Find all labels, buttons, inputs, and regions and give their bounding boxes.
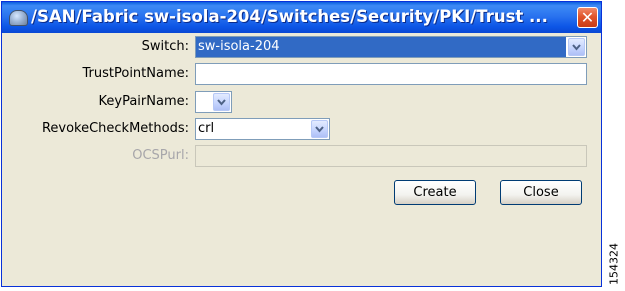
create-button[interactable]: Create — [394, 180, 476, 205]
revoke-check-methods-value: crl — [198, 121, 215, 136]
chevron-down-icon — [217, 99, 226, 106]
close-button[interactable]: Close — [500, 180, 582, 205]
revoke-dropdown-button[interactable] — [311, 120, 328, 138]
revoke-check-methods-label: RevokeCheckMethods: — [41, 121, 189, 136]
revoke-check-methods-select[interactable]: crl — [195, 118, 330, 140]
keypair-name-value — [196, 92, 211, 112]
close-icon: ✕ — [580, 8, 595, 27]
ocsp-url-input — [195, 145, 587, 167]
ocsp-url-label: OCSPurl: — [132, 148, 189, 163]
chevron-down-icon — [315, 126, 324, 133]
app-icon — [9, 10, 28, 26]
trustpoint-name-input[interactable] — [195, 63, 587, 85]
title-bar[interactable]: /SAN/Fabric sw-isola-204/Switches/Securi… — [2, 2, 601, 33]
switch-select[interactable]: sw-isola-204 — [195, 36, 587, 58]
window-title: /SAN/Fabric sw-isola-204/Switches/Securi… — [31, 7, 548, 26]
keypair-name-select[interactable] — [195, 91, 232, 113]
close-window-button[interactable]: ✕ — [577, 7, 598, 28]
trustpoint-name-label: TrustPointName: — [82, 66, 190, 81]
dialog-window: /SAN/Fabric sw-isola-204/Switches/Securi… — [1, 1, 602, 287]
figure-id: 154324 — [606, 243, 622, 285]
keypair-name-label: KeyPairName: — [98, 94, 189, 109]
switch-label: Switch: — [141, 39, 189, 54]
switch-select-value: sw-isola-204 — [196, 37, 566, 57]
keypair-dropdown-button[interactable] — [213, 93, 230, 111]
figure-id-text: 154324 — [607, 243, 621, 285]
switch-dropdown-button[interactable] — [568, 38, 585, 56]
chevron-down-icon — [572, 44, 581, 51]
